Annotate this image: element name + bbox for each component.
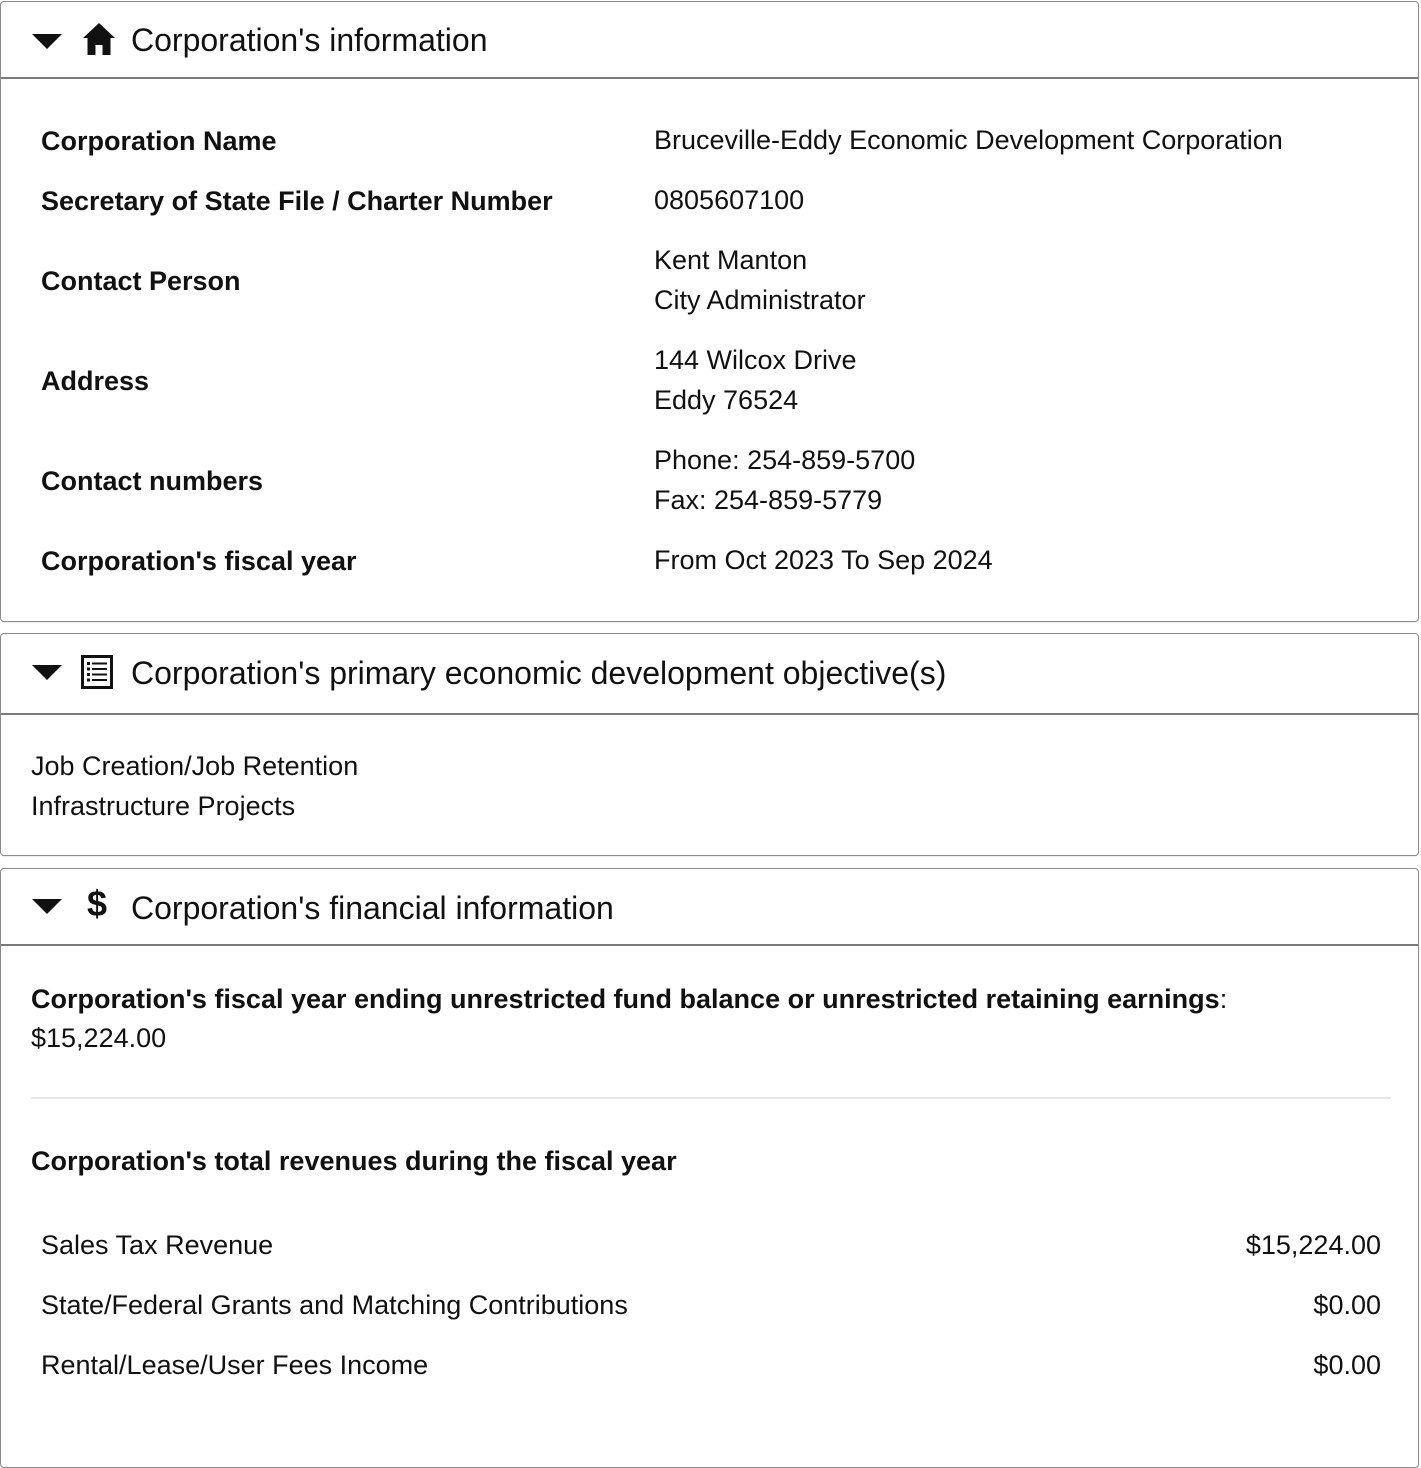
info-value: Eddy 76524 xyxy=(654,385,799,415)
fund-balance-label-text: Corporation's fiscal year ending unrestr… xyxy=(31,984,1220,1014)
list-icon xyxy=(81,655,113,689)
revenues-heading-text: Corporation's total revenues during the … xyxy=(31,1146,677,1176)
info-value: City Administrator xyxy=(654,285,866,315)
info-value: Phone: 254-859-5700 xyxy=(654,445,916,475)
caret-down-icon[interactable] xyxy=(32,899,62,914)
info-label: Contact numbers xyxy=(41,466,264,496)
objectives-header[interactable]: Corporation's primary economic developme… xyxy=(1,634,1418,715)
revenue-value: $0.00 xyxy=(1313,1290,1381,1320)
revenue-label: State/Federal Grants and Matching Contri… xyxy=(41,1290,628,1320)
fund-balance-label: Corporation's fiscal year ending unrestr… xyxy=(31,984,1227,1015)
info-label: Corporation Name xyxy=(41,126,277,156)
financial-title: Corporation's financial information xyxy=(131,890,614,926)
objectives-panel: Corporation's primary economic developme… xyxy=(0,633,1419,856)
revenue-value: $0.00 xyxy=(1313,1350,1381,1380)
revenue-label: Sales Tax Revenue xyxy=(41,1230,274,1260)
objectives-title: Corporation's primary economic developme… xyxy=(131,655,947,691)
fund-balance-separator: : xyxy=(1219,984,1228,1014)
home-icon xyxy=(83,23,115,55)
info-value: Bruceville-Eddy Economic Development Cor… xyxy=(654,125,1283,155)
info-label: Corporation's fiscal year xyxy=(41,546,357,576)
caret-down-icon[interactable] xyxy=(32,665,62,680)
financial-panel: $ Corporation's financial information Co… xyxy=(0,868,1419,1468)
info-label: Contact Person xyxy=(41,266,241,296)
revenues-heading: Corporation's total revenues during the … xyxy=(31,1146,677,1177)
info-label: Secretary of State File / Charter Number xyxy=(41,186,553,216)
revenue-value: $15,224.00 xyxy=(1245,1230,1381,1260)
objective-item: Infrastructure Projects xyxy=(31,791,296,821)
revenue-row: Sales Tax Revenue $15,224.00 xyxy=(41,1230,1381,1270)
info-value: 0805607100 xyxy=(654,185,805,215)
info-value: Kent Manton xyxy=(654,245,808,275)
section-divider xyxy=(31,1097,1391,1099)
info-value: Fax: 254-859-5779 xyxy=(654,485,883,515)
corporation-info-panel: Corporation's information Corporation Na… xyxy=(0,1,1419,622)
revenue-row: Rental/Lease/User Fees Income $0.00 xyxy=(41,1350,1381,1390)
info-value: From Oct 2023 To Sep 2024 xyxy=(654,545,993,575)
info-label: Address xyxy=(41,366,150,396)
dollar-icon: $ xyxy=(87,883,108,924)
financial-header[interactable]: $ Corporation's financial information xyxy=(1,869,1418,946)
corporation-info-title: Corporation's information xyxy=(131,22,488,58)
fund-balance-value: $15,224.00 xyxy=(31,1023,167,1053)
revenue-label: Rental/Lease/User Fees Income xyxy=(41,1350,429,1380)
info-value: 144 Wilcox Drive xyxy=(654,345,857,375)
revenue-row: State/Federal Grants and Matching Contri… xyxy=(41,1290,1381,1330)
objective-item: Job Creation/Job Retention xyxy=(31,751,359,781)
corporation-info-header[interactable]: Corporation's information xyxy=(1,2,1418,79)
caret-down-icon[interactable] xyxy=(32,34,62,49)
